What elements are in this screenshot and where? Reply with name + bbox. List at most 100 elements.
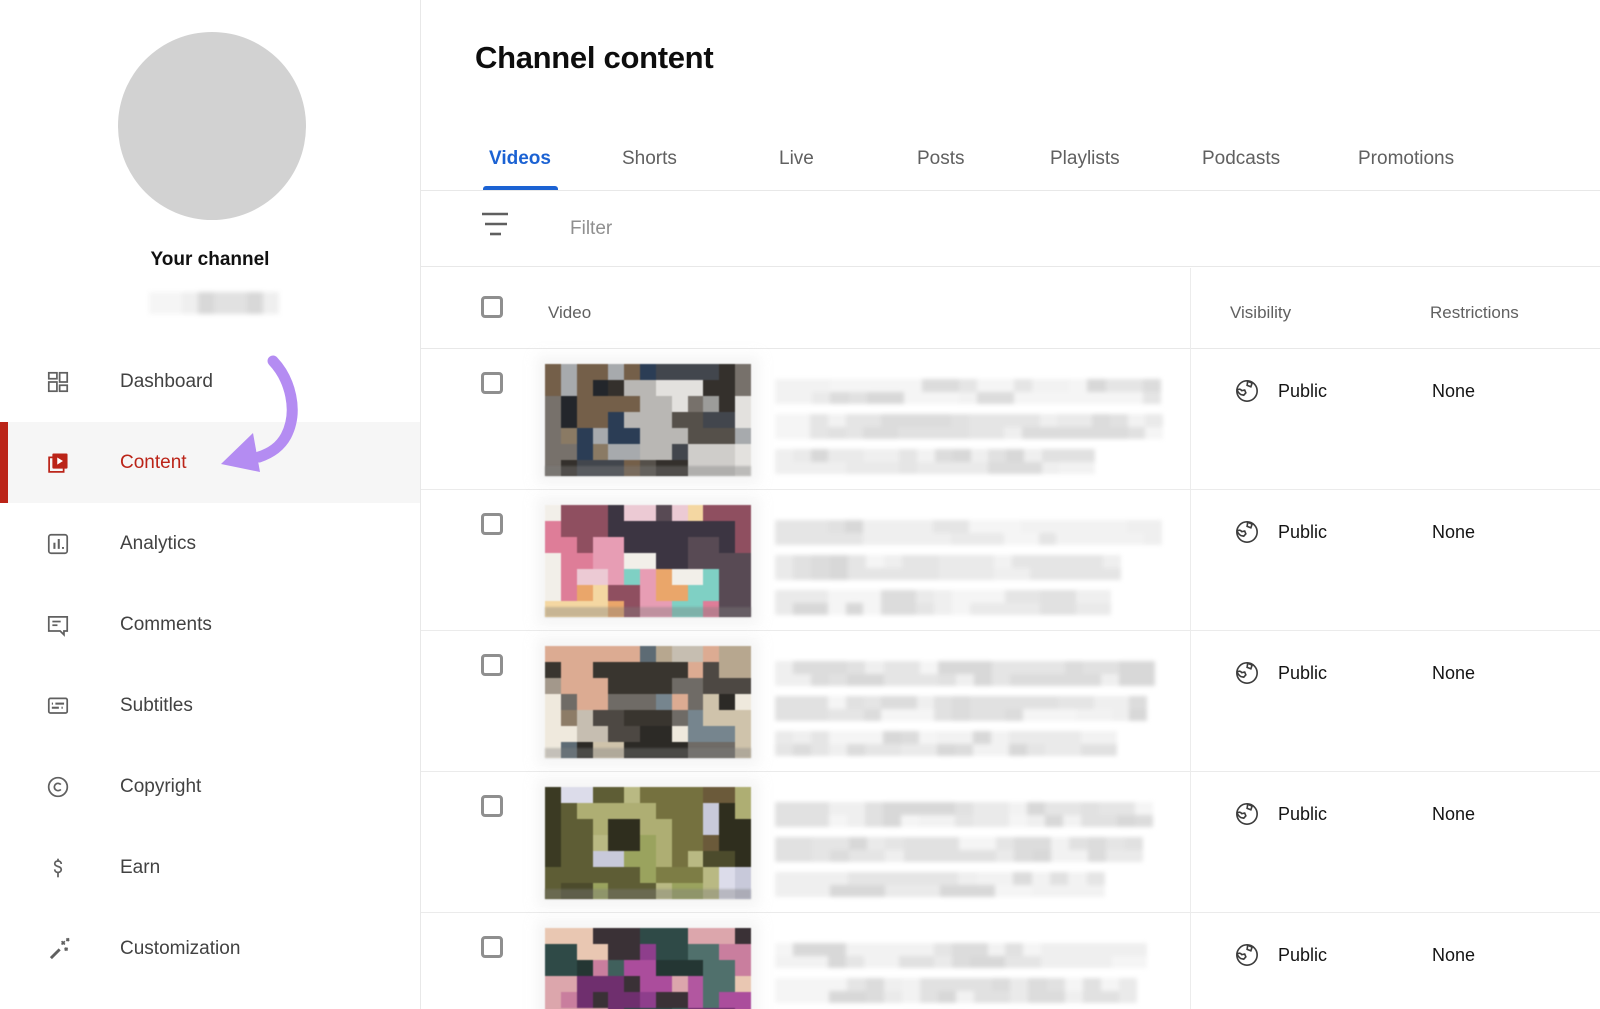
video-thumbnail-mosaic [545,505,751,617]
column-header-video: Video [548,303,591,323]
your-channel-label: Your channel [0,249,420,271]
globe-icon [1233,941,1261,969]
video-title-blurred-line [775,590,1111,615]
video-title-blurred-line [775,731,1117,756]
globe-icon [1233,659,1261,687]
video-thumbnail[interactable] [545,646,751,758]
video-thumbnail-mosaic [545,646,751,758]
sidebar-item-earn[interactable]: Earn [0,827,420,908]
thumbnail-bottom-bar [545,748,751,758]
video-row: Public None [421,349,1600,490]
sidebar-item-subtitles[interactable]: Subtitles [0,665,420,746]
video-title-blurred-line[interactable] [775,943,1147,968]
sidebar-item-label: Earn [120,857,160,879]
video-title-blurred-line [775,696,1147,721]
sidebar-menu: Dashboard Content Analytics Comments Subtitl… [0,341,420,989]
sidebar-item-label: Dashboard [120,371,213,393]
sidebar-item-label: Subtitles [120,695,193,717]
table-header: Video Visibility Restrictions [421,267,1600,349]
sidebar-item-content[interactable]: Content [0,422,420,503]
tab-shorts[interactable]: Shorts [622,130,677,191]
select-all-checkbox[interactable] [481,296,503,318]
content-icon [45,450,71,476]
customization-icon [45,936,71,962]
copyright-icon [45,774,71,800]
video-thumbnail-mosaic [545,364,751,476]
column-header-visibility: Visibility [1230,303,1291,323]
globe-icon [1233,800,1261,828]
tab-promotions[interactable]: Promotions [1358,130,1454,191]
video-thumbnail[interactable] [545,505,751,617]
row-checkbox[interactable] [481,654,503,676]
visibility-value[interactable]: Public [1278,522,1327,543]
thumbnail-bottom-bar [545,466,751,476]
sidebar-item-comments[interactable]: Comments [0,584,420,665]
restrictions-value: None [1432,522,1475,543]
visibility-value[interactable]: Public [1278,804,1327,825]
main-content: Channel content Videos Shorts Live Posts Pla… [421,0,1600,1009]
video-thumbnail[interactable] [545,364,751,476]
thumbnail-bottom-bar [545,889,751,899]
channel-name-blurred [149,292,279,314]
globe-icon [1233,518,1261,546]
video-title-blurred-line[interactable] [775,661,1155,686]
row-checkbox[interactable] [481,513,503,535]
sidebar-item-copyright[interactable]: Copyright [0,746,420,827]
video-title-blurred-line [775,449,1095,474]
sidebar-item-analytics[interactable]: Analytics [0,503,420,584]
video-thumbnail-mosaic [545,787,751,899]
dashboard-icon [45,369,71,395]
video-title-blurred-line[interactable] [775,520,1162,545]
globe-icon [1233,377,1261,405]
tab-podcasts[interactable]: Podcasts [1202,130,1280,191]
visibility-value[interactable]: Public [1278,381,1327,402]
sidebar-item-label: Copyright [120,776,201,798]
sidebar: Your channel Dashboard Content Analytics Co… [0,0,421,1009]
restrictions-value: None [1432,945,1475,966]
earn-icon [45,855,71,881]
video-title-blurred-line [775,837,1143,862]
tab-posts[interactable]: Posts [917,130,965,191]
channel-avatar[interactable] [118,32,306,220]
tab-playlists[interactable]: Playlists [1050,130,1120,191]
video-title-blurred-line [775,872,1105,897]
video-row: Public None [421,772,1600,913]
visibility-value[interactable]: Public [1278,663,1327,684]
visibility-value[interactable]: Public [1278,945,1327,966]
video-title-blurred-line [775,978,1137,1003]
sidebar-item-customization[interactable]: Customization [0,908,420,989]
video-title-blurred-line[interactable] [775,802,1153,827]
video-row: Public None [421,913,1600,1009]
video-list: Public None Public None Public None Public None… [421,349,1600,1009]
sidebar-item-label: Analytics [120,533,196,555]
video-title-blurred-line[interactable] [775,379,1161,404]
video-title-blurred-line [775,555,1121,580]
tab-bar: Videos Shorts Live Posts Playlists Podcasts Pr… [421,130,1600,191]
restrictions-value: None [1432,804,1475,825]
restrictions-value: None [1432,381,1475,402]
row-checkbox[interactable] [481,936,503,958]
sidebar-item-dashboard[interactable]: Dashboard [0,341,420,422]
sidebar-item-label: Content [120,452,187,474]
analytics-icon [45,531,71,557]
filter-icon [481,211,509,237]
video-thumbnail[interactable] [545,787,751,899]
sidebar-item-label: Comments [120,614,212,636]
thumbnail-bottom-bar [545,607,751,617]
sidebar-item-label: Customization [120,938,240,960]
restrictions-value: None [1432,663,1475,684]
video-row: Public None [421,490,1600,631]
filter-input[interactable]: Filter [421,191,1600,267]
filter-placeholder: Filter [570,191,612,267]
page-title: Channel content [475,40,713,76]
video-title-blurred-line [775,414,1163,439]
row-checkbox[interactable] [481,372,503,394]
video-thumbnail-mosaic [545,928,751,1009]
row-checkbox[interactable] [481,795,503,817]
video-thumbnail[interactable] [545,928,751,1009]
column-header-restrictions: Restrictions [1430,303,1519,323]
video-row: Public None [421,631,1600,772]
tab-live[interactable]: Live [779,130,814,191]
comments-icon [45,612,71,638]
tab-videos[interactable]: Videos [489,130,551,191]
